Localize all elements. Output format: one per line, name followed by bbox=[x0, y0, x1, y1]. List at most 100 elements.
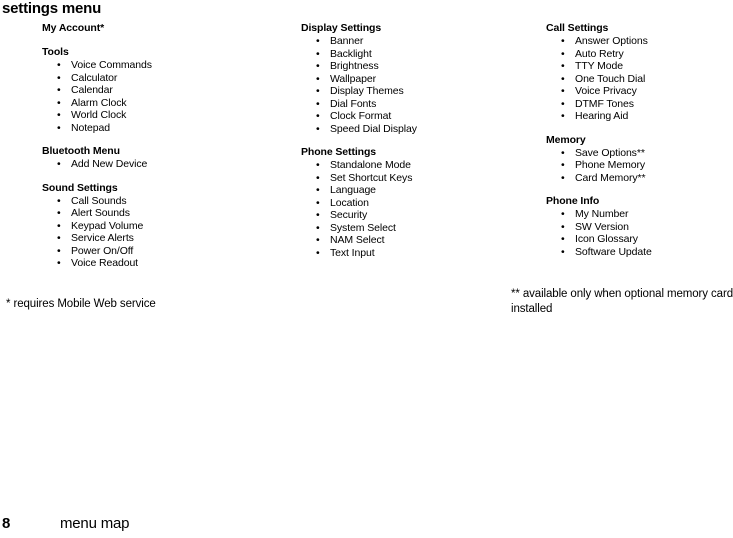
bullet-icon: • bbox=[57, 194, 61, 207]
bullet-icon: • bbox=[316, 159, 320, 171]
menu-item-label: Location bbox=[330, 196, 369, 209]
menu-item-label: Save Options** bbox=[575, 146, 645, 159]
menu-item-label: Hearing Aid bbox=[575, 110, 629, 122]
menu-item: • TTY Mode bbox=[546, 60, 733, 73]
menu-item-list: • Voice Commands • Calculator • Calendar • Alar… bbox=[42, 59, 272, 134]
bullet-icon: • bbox=[561, 47, 565, 60]
menu-item-label: Service Alerts bbox=[71, 232, 134, 244]
bullet-icon: • bbox=[57, 121, 61, 134]
menu-item: • Software Update bbox=[546, 246, 733, 259]
menu-item-label: Wallpaper bbox=[330, 72, 376, 85]
bullet-icon: • bbox=[316, 246, 320, 259]
menu-item-list: • Add New Device bbox=[42, 158, 272, 171]
menu-item-label: Dial Fonts bbox=[330, 97, 377, 110]
menu-section-heading: My Account* bbox=[42, 22, 105, 34]
menu-section: Call Settings • Answer Options • Auto Retry •… bbox=[546, 22, 733, 123]
menu-item: • Wallpaper bbox=[301, 73, 531, 86]
menu-section: Tools • Voice Commands • Calculator • Calendar… bbox=[42, 46, 272, 134]
bullet-icon: • bbox=[561, 159, 565, 171]
page-title: settings menu bbox=[2, 0, 102, 17]
bullet-icon: • bbox=[316, 184, 320, 196]
bullet-icon: • bbox=[57, 257, 61, 269]
menu-item: • Calendar bbox=[42, 84, 272, 97]
menu-item-label: Software Update bbox=[575, 245, 652, 258]
bullet-icon: • bbox=[561, 110, 565, 122]
bullet-icon: • bbox=[57, 96, 61, 109]
menu-item-label: Speed Dial Display bbox=[330, 122, 417, 135]
menu-item-label: Alert Sounds bbox=[71, 207, 130, 219]
menu-item-label: Notepad bbox=[71, 121, 110, 134]
menu-item: • Service Alerts bbox=[42, 232, 272, 245]
menu-item-label: Icon Glossary bbox=[575, 233, 638, 245]
menu-item-label: Power On/Off bbox=[71, 244, 134, 257]
footer-section-label: menu map bbox=[60, 515, 130, 532]
bullet-icon: • bbox=[561, 97, 565, 110]
menu-item-label: World Clock bbox=[71, 109, 127, 121]
menu-section: Sound Settings • Call Sounds • Alert Sounds •… bbox=[42, 182, 272, 270]
menu-item-label: Banner bbox=[330, 35, 364, 47]
menu-item: • Power On/Off bbox=[42, 245, 272, 258]
menu-section: Display Settings • Banner • Backlight • Bright… bbox=[301, 22, 531, 135]
menu-section-heading: Memory bbox=[546, 133, 586, 146]
bullet-icon: • bbox=[561, 60, 565, 72]
menu-item-label: Display Themes bbox=[330, 85, 404, 97]
menu-item-label: Standalone Mode bbox=[330, 159, 411, 171]
menu-column-3: Call Settings • Answer Options • Auto Retry •… bbox=[546, 22, 733, 258]
menu-item-label: Security bbox=[330, 209, 368, 221]
menu-section: Bluetooth Menu • Add New Device bbox=[42, 145, 272, 171]
menu-item: • Hearing Aid bbox=[546, 110, 733, 123]
bullet-icon: • bbox=[316, 221, 320, 234]
menu-section-heading: Display Settings bbox=[301, 22, 382, 34]
menu-section-heading: Phone Settings bbox=[301, 146, 377, 158]
menu-item: • DTMF Tones bbox=[546, 98, 733, 111]
menu-item: • Banner bbox=[301, 35, 531, 48]
bullet-icon: • bbox=[561, 85, 565, 97]
bullet-icon: • bbox=[561, 208, 565, 220]
menu-item: • My Number bbox=[546, 208, 733, 221]
menu-item-label: Voice Commands bbox=[71, 59, 152, 71]
menu-item-label: Text Input bbox=[330, 246, 375, 259]
menu-item: • Voice Readout bbox=[42, 257, 272, 270]
menu-item-label: System Select bbox=[330, 221, 396, 234]
menu-item-list: • Standalone Mode • Set Shortcut Keys • Langu… bbox=[301, 159, 531, 259]
menu-section-heading: Phone Info bbox=[546, 195, 600, 207]
bullet-icon: • bbox=[57, 109, 61, 121]
bullet-icon: • bbox=[316, 122, 320, 135]
menu-item: • Notepad bbox=[42, 122, 272, 135]
bullet-icon: • bbox=[57, 232, 61, 244]
bullet-icon: • bbox=[57, 158, 61, 170]
menu-item: • Card Memory** bbox=[546, 172, 733, 185]
menu-item: • Voice Commands bbox=[42, 59, 272, 72]
menu-item: • Speed Dial Display bbox=[301, 123, 531, 136]
menu-item: • Security bbox=[301, 209, 531, 222]
menu-item-label: Keypad Volume bbox=[71, 219, 144, 232]
menu-column-1: My Account* Tools • Voice Commands • Calculat… bbox=[42, 22, 272, 270]
menu-item: • Answer Options bbox=[546, 35, 733, 48]
bullet-icon: • bbox=[316, 47, 320, 60]
menu-item: • Text Input bbox=[301, 247, 531, 260]
bullet-icon: • bbox=[316, 85, 320, 97]
menu-item-list: • Save Options** • Phone Memory • Card Memory… bbox=[546, 147, 733, 185]
menu-item-list: • Answer Options • Auto Retry • TTY Mode • One … bbox=[546, 35, 733, 123]
menu-item: • Voice Privacy bbox=[546, 85, 733, 98]
bullet-icon: • bbox=[316, 97, 320, 110]
page-footer: 8 menu map bbox=[0, 514, 733, 538]
menu-item: • Save Options** bbox=[546, 147, 733, 160]
menu-item: • One Touch Dial bbox=[546, 73, 733, 86]
bullet-icon: • bbox=[316, 196, 320, 209]
menu-item: • Clock Format bbox=[301, 110, 531, 123]
menu-item: • Language bbox=[301, 184, 531, 197]
bullet-icon: • bbox=[316, 35, 320, 47]
menu-item-label: Call Sounds bbox=[71, 194, 127, 207]
menu-section: My Account* bbox=[42, 22, 272, 35]
menu-item: • Backlight bbox=[301, 48, 531, 61]
menu-item: • Location bbox=[301, 197, 531, 210]
bullet-icon: • bbox=[316, 171, 320, 184]
menu-item-label: Clock Format bbox=[330, 110, 392, 122]
menu-item: • System Select bbox=[301, 222, 531, 235]
bullet-icon: • bbox=[57, 71, 61, 84]
menu-item-label: Voice Privacy bbox=[575, 85, 637, 97]
menu-item-label: My Number bbox=[575, 208, 629, 220]
menu-column-2: Display Settings • Banner • Backlight • Bright… bbox=[301, 22, 531, 259]
menu-item: • SW Version bbox=[546, 221, 733, 234]
